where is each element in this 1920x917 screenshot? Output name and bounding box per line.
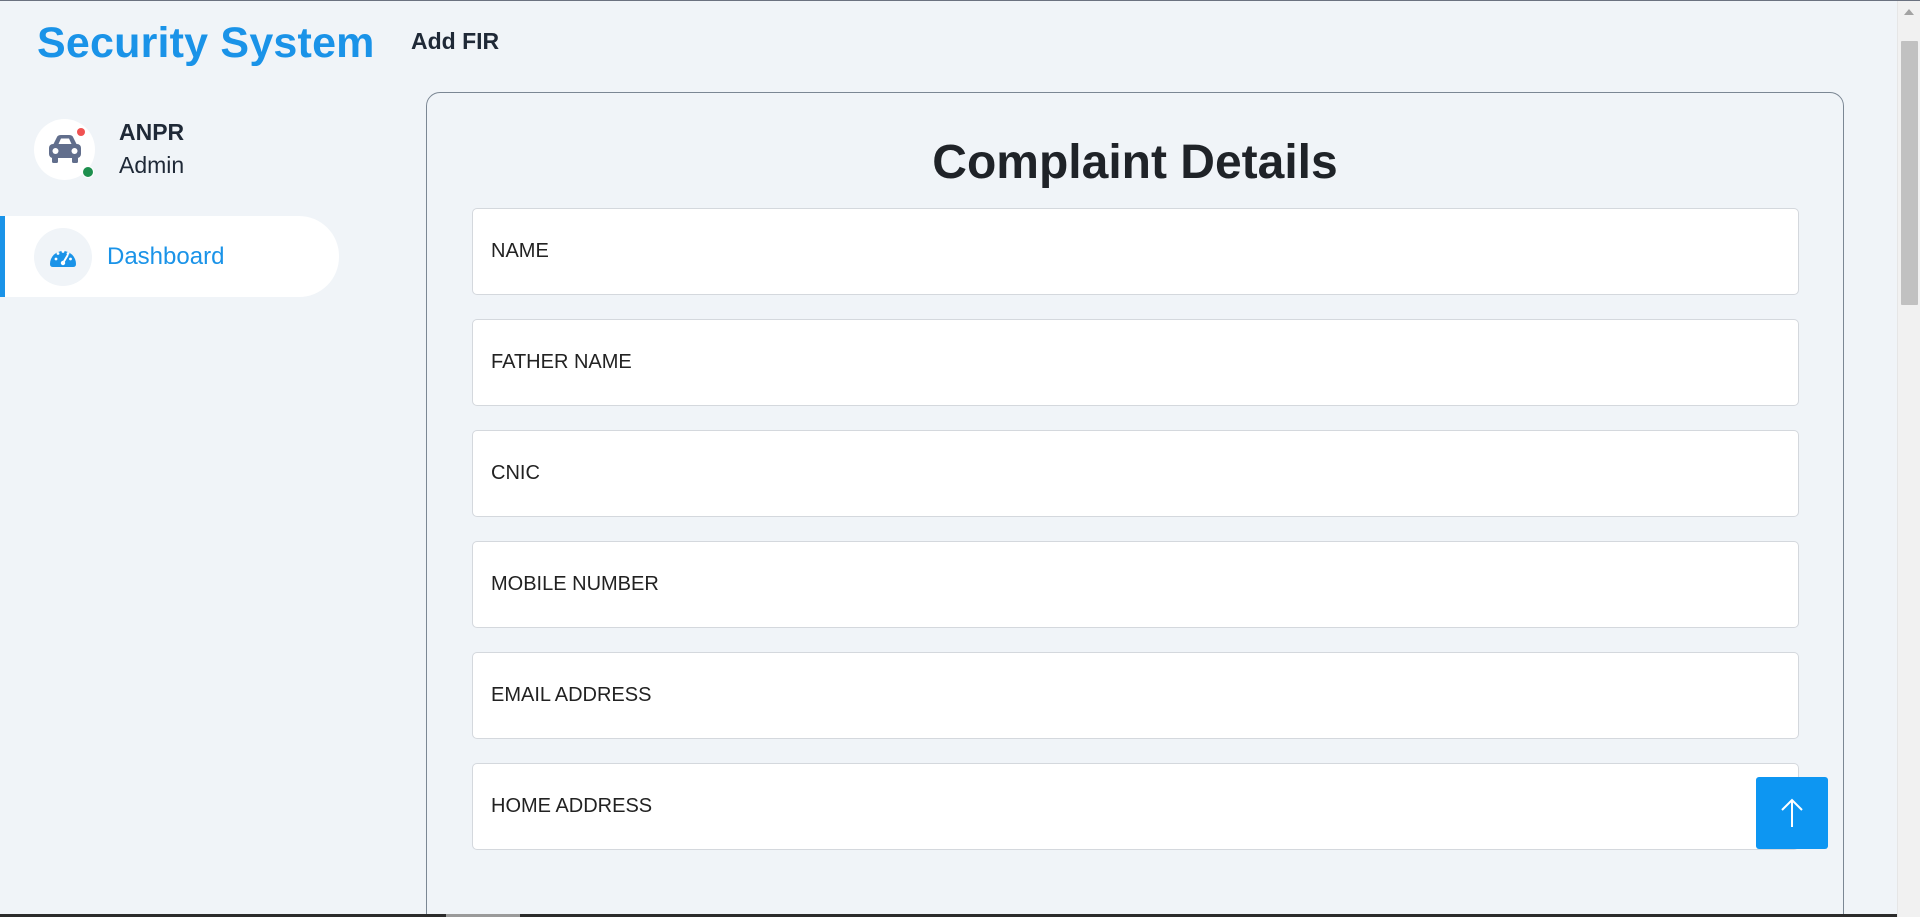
scroll-to-top-button[interactable] — [1756, 777, 1828, 849]
speedometer-icon — [50, 249, 76, 267]
cnic-field[interactable] — [472, 430, 1799, 517]
brand-title[interactable]: Security System — [37, 19, 375, 68]
nav-icon-wrapper — [34, 227, 92, 286]
arrow-up-icon — [1781, 798, 1803, 827]
user-profile: ANPR Admin — [34, 116, 184, 182]
father-name-field[interactable] — [472, 319, 1799, 406]
profile-name: ANPR — [119, 119, 185, 145]
app-root: Security System ANPR Admin Dashboard Add… — [0, 0, 1920, 917]
mobile-number-field[interactable] — [472, 541, 1799, 628]
scrollbar-thumb[interactable] — [1901, 41, 1918, 305]
avatar — [34, 118, 95, 180]
page-title: Add FIR — [411, 28, 500, 54]
notification-dot — [77, 127, 85, 136]
vertical-scrollbar[interactable] — [1897, 1, 1920, 917]
complaint-form-card: Complaint Details — [426, 92, 1844, 917]
sidebar-item-label: Dashboard — [107, 242, 225, 270]
profile-role: Admin — [119, 152, 185, 178]
scroll-up-arrow-icon[interactable] — [1904, 9, 1914, 15]
home-address-field[interactable] — [472, 763, 1799, 850]
sidebar-item-dashboard[interactable]: Dashboard — [0, 216, 339, 297]
form-title: Complaint Details — [932, 136, 1338, 189]
email-address-field[interactable] — [472, 652, 1799, 739]
name-field[interactable] — [472, 208, 1799, 295]
online-status-dot — [82, 165, 94, 178]
